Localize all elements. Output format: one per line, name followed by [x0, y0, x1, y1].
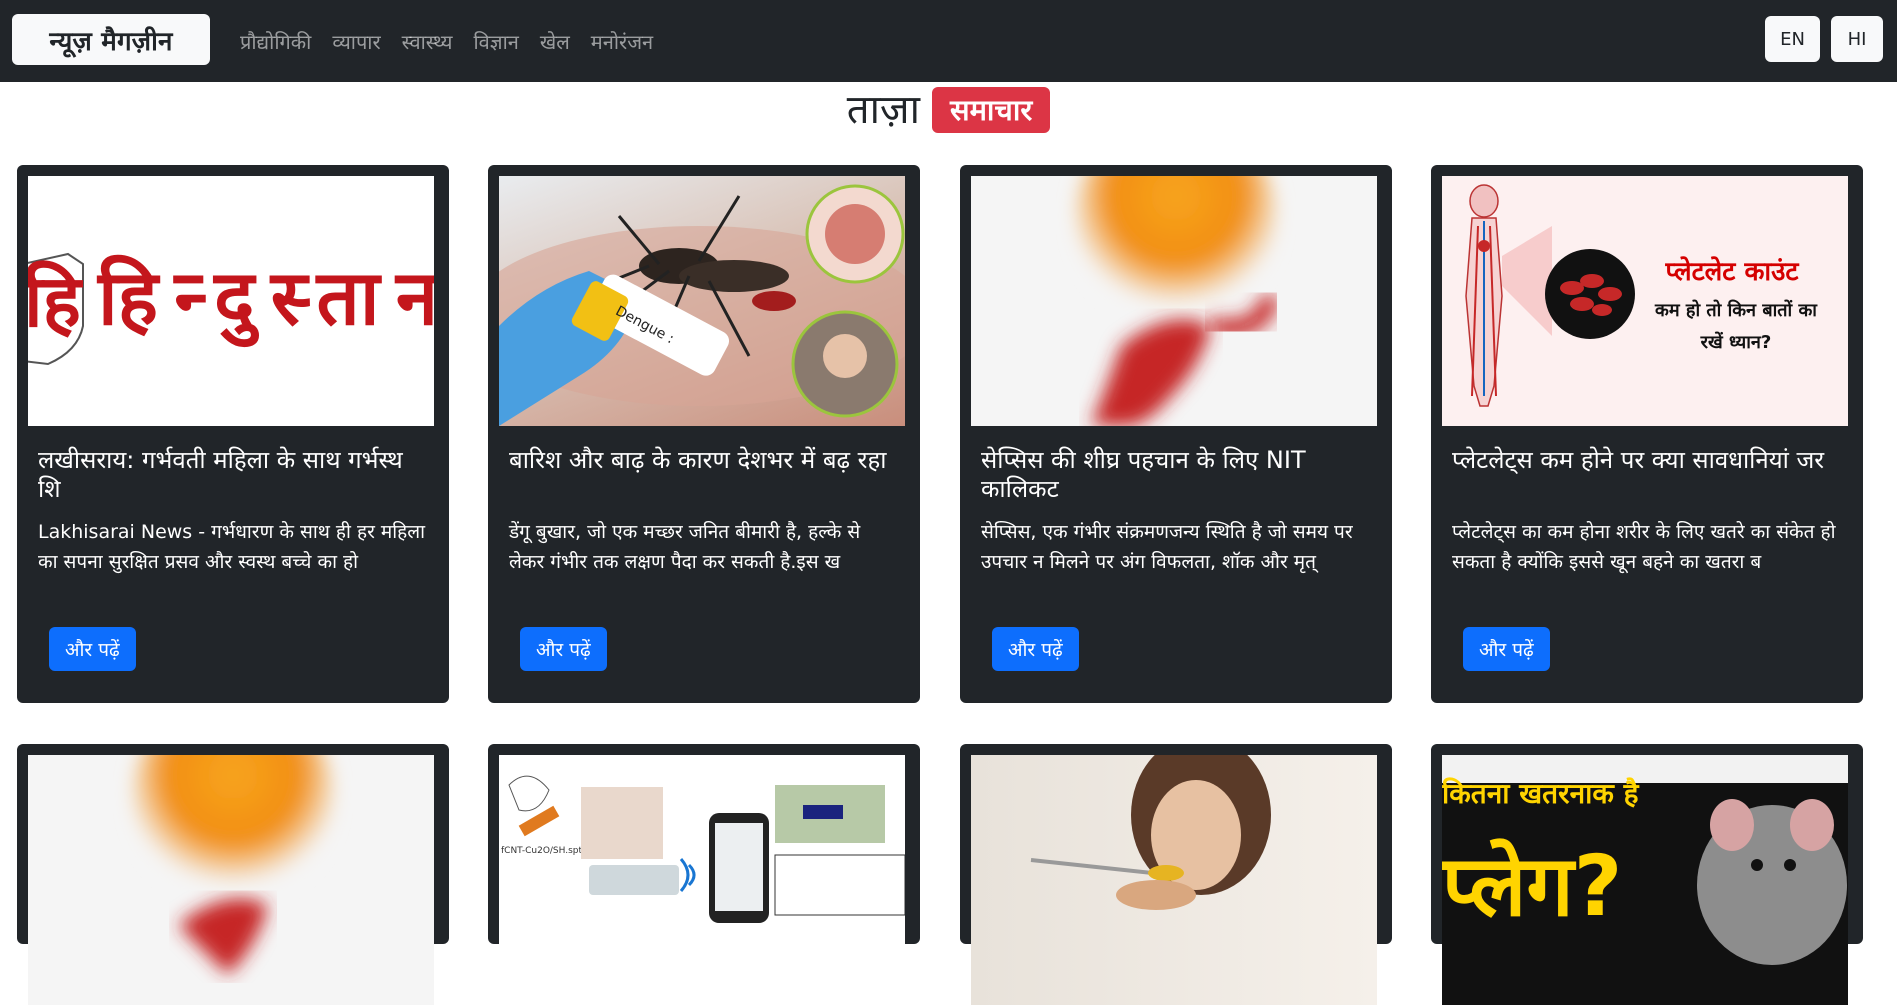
plague-image-title: कितना खतरनाक है [1442, 777, 1640, 810]
news-card-excerpt: Lakhisarai News - गर्भधारण के साथ ही हर … [38, 521, 426, 573]
nav-link-business[interactable]: व्यापार [332, 28, 380, 55]
section-heading: ताज़ा समाचार [0, 84, 1897, 136]
hindustan-logo-image: हि हिन्दुस्तान [28, 252, 434, 366]
news-card-title[interactable]: लखीसराय: गर्भवती महिला के साथ गर्भस्थ शि [28, 446, 438, 504]
news-card-image [28, 755, 434, 1005]
news-card-image [971, 755, 1377, 1005]
news-card-excerpt: सेप्सिस, एक गंभीर संक्रमणजन्य स्थिति है … [981, 521, 1353, 573]
lang-en-button[interactable]: EN [1765, 16, 1820, 62]
nav-link-science[interactable]: विज्ञान [473, 28, 518, 55]
news-card-image: हि हिन्दुस्तान [28, 176, 434, 426]
read-more-button[interactable]: और पढ़ें [1463, 627, 1550, 671]
blurry-emoji-image [1076, 176, 1280, 426]
platelet-image-subtitle-2: रखें ध्यान? [1700, 331, 1772, 353]
news-card-title[interactable]: बारिश और बाढ़ के कारण देशभर में बढ़ रहा [499, 446, 909, 504]
hindustan-logo-text: हिन्दुस्तान [96, 253, 434, 348]
news-card: हि हिन्दुस्तान लखीसराय: गर्भवती महिला के… [17, 165, 449, 703]
news-card-title[interactable]: प्लेटलेट्स कम होने पर क्या सावधानियां जर [1442, 446, 1852, 504]
nav-link-sports[interactable]: खेल [540, 28, 570, 55]
read-more-button[interactable]: और पढ़ें [520, 627, 607, 671]
news-card-excerpt: डेंगू बुखार, जो एक मच्छर जनित बीमारी है,… [509, 521, 861, 573]
sensor-image-label: fCNT-Cu2O/SH.spt [501, 846, 583, 856]
news-card: Dengue : बारिश और बाढ़ के कारण देशभर में… [488, 165, 920, 703]
news-card-image: कितना खतरनाक है प्लेग? [1442, 755, 1848, 1005]
dengue-mosquito-image: Dengue : [499, 184, 905, 426]
platelet-image-title: प्लेटलेट काउंट [1664, 256, 1799, 287]
news-card [17, 744, 449, 1005]
read-more-button[interactable]: और पढ़ें [49, 627, 136, 671]
news-card: सेप्सिस की शीघ्र पहचान के लिए NIT कालिकट… [960, 165, 1392, 703]
platelet-image-subtitle-1: कम हो तो किन बातों का [1654, 299, 1818, 321]
news-card: कितना खतरनाक है प्लेग? [1431, 744, 1863, 1005]
nav-link-technology[interactable]: प्रौद्योगिकी [240, 28, 311, 55]
heading-main-text: ताज़ा [846, 87, 920, 133]
news-card-image: fCNT-Cu2O/SH.spt [499, 755, 905, 1005]
news-card: fCNT-Cu2O/SH.spt [488, 744, 920, 1005]
plague-rat-image: कितना खतरनाक है प्लेग? [1442, 755, 1848, 965]
news-card-image: प्लेटलेट काउंट कम हो तो किन बातों का रखे… [1442, 176, 1848, 426]
nav-link-entertainment[interactable]: मनोरंजन [591, 28, 653, 55]
news-card-excerpt: प्लेटलेट्स का कम होना शरीर के लिए खतरे क… [1452, 521, 1836, 573]
news-card-image: Dengue : [499, 176, 905, 426]
lang-hi-button[interactable]: HI [1831, 16, 1883, 62]
brand-logo[interactable]: न्यूज़ मैगज़ीन [12, 14, 210, 65]
read-more-button[interactable]: और पढ़ें [992, 627, 1079, 671]
blurry-emoji-image [133, 755, 333, 975]
nav-link-health[interactable]: स्वास्थ्य [402, 28, 453, 55]
news-card-title[interactable]: सेप्सिस की शीघ्र पहचान के लिए NIT कालिकट [971, 446, 1381, 504]
woman-eating-image [1030, 755, 1271, 910]
top-navbar: न्यूज़ मैगज़ीन प्रौद्योगिकी व्यापार स्वा… [0, 0, 1897, 82]
sensor-research-image: fCNT-Cu2O/SH.spt [501, 775, 905, 923]
news-card: प्लेटलेट काउंट कम हो तो किन बातों का रखे… [1431, 165, 1863, 703]
plague-image-big-text: प्लेग? [1442, 837, 1622, 935]
news-card [960, 744, 1392, 1005]
news-card-image [971, 176, 1377, 426]
platelet-count-image: प्लेटलेट काउंट कम हो तो किन बातों का रखे… [1465, 184, 1818, 407]
heading-badge: समाचार [931, 86, 1051, 134]
nav-links: प्रौद्योगिकी व्यापार स्वास्थ्य विज्ञान ख… [240, 0, 674, 82]
hindustan-logo-mark: हि [28, 259, 84, 343]
